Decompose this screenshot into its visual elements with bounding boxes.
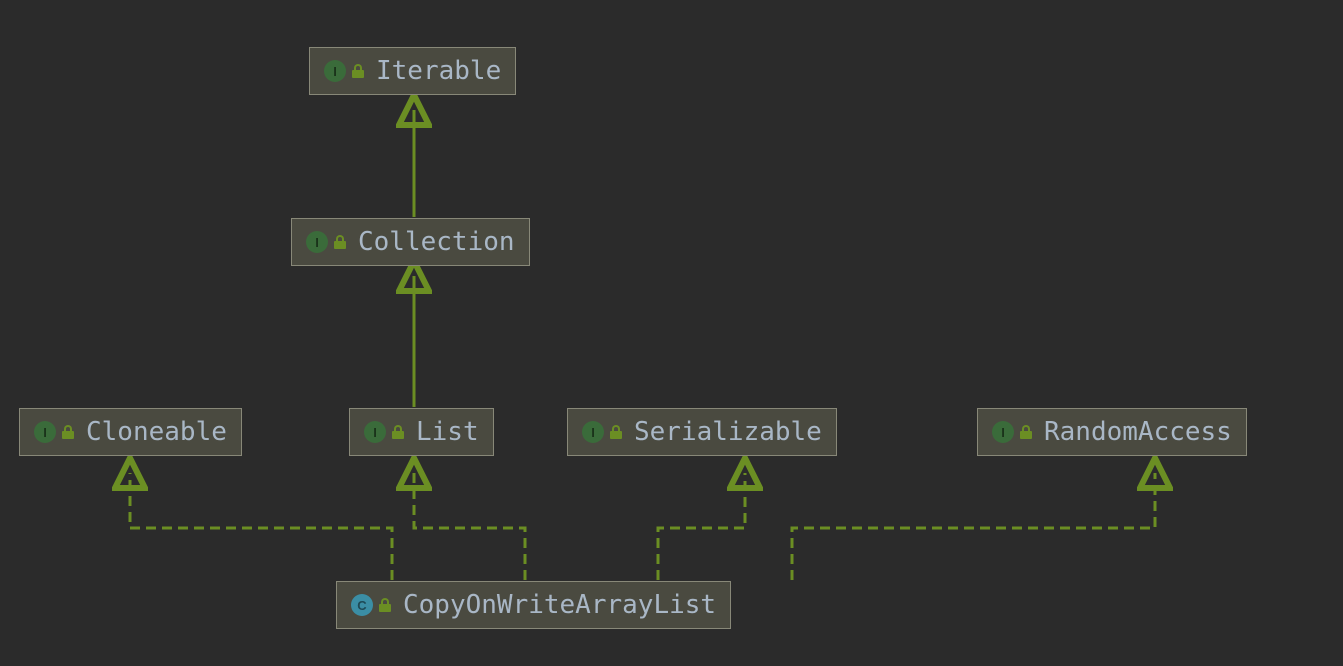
lock-icon bbox=[379, 598, 391, 612]
lock-icon bbox=[62, 425, 74, 439]
class-icon: C bbox=[351, 594, 373, 616]
node-label: Collection bbox=[358, 227, 515, 257]
node-randomaccess[interactable]: I RandomAccess bbox=[977, 408, 1247, 456]
node-label: RandomAccess bbox=[1044, 417, 1232, 447]
node-label: Serializable bbox=[634, 417, 822, 447]
node-list[interactable]: I List bbox=[349, 408, 494, 456]
node-label: List bbox=[416, 417, 479, 447]
node-label: Iterable bbox=[376, 56, 501, 86]
node-copyonwritearraylist[interactable]: C CopyOnWriteArrayList bbox=[336, 581, 731, 629]
interface-icon: I bbox=[306, 231, 328, 253]
lock-icon bbox=[334, 235, 346, 249]
interface-icon: I bbox=[364, 421, 386, 443]
interface-icon: I bbox=[34, 421, 56, 443]
lock-icon bbox=[1020, 425, 1032, 439]
interface-icon: I bbox=[992, 421, 1014, 443]
interface-icon: I bbox=[582, 421, 604, 443]
lock-icon bbox=[392, 425, 404, 439]
node-label: CopyOnWriteArrayList bbox=[403, 590, 716, 620]
node-label: Cloneable bbox=[86, 417, 227, 447]
node-serializable[interactable]: I Serializable bbox=[567, 408, 837, 456]
node-cloneable[interactable]: I Cloneable bbox=[19, 408, 242, 456]
node-iterable[interactable]: I Iterable bbox=[309, 47, 516, 95]
lock-icon bbox=[352, 64, 364, 78]
node-collection[interactable]: I Collection bbox=[291, 218, 530, 266]
connector-lines bbox=[0, 0, 1343, 666]
interface-icon: I bbox=[324, 60, 346, 82]
lock-icon bbox=[610, 425, 622, 439]
